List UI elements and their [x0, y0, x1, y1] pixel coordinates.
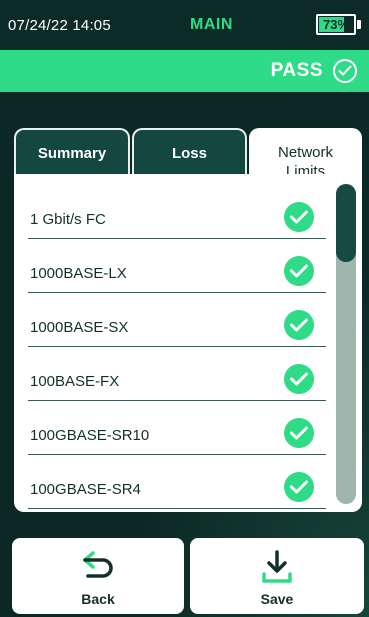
list-item-label: 1000BASE-SX: [30, 319, 129, 336]
result-text: PASS: [270, 60, 323, 81]
tab-label-loss: Loss: [171, 145, 207, 162]
tab-loss[interactable]: Loss: [132, 128, 247, 174]
network-limits-list[interactable]: 1 Gbit/s FC 1000BASE-LX 1000BASE-SX 100BASE…: [14, 174, 362, 512]
list-item-label: 100BASE-FX: [30, 373, 120, 390]
result-banner: PASS: [0, 50, 369, 92]
tab-label-summary: Summary: [37, 145, 107, 162]
list-item[interactable]: 100BASE-FX: [28, 346, 326, 401]
check-circle-icon: [284, 364, 314, 394]
check-circle-icon: [284, 256, 314, 286]
check-circle-icon: [284, 418, 314, 448]
list-item[interactable]: 1 Gbit/s FC: [28, 184, 326, 239]
tab-network-limits[interactable]: Network Limits: [249, 128, 362, 180]
back-button[interactable]: Back: [12, 538, 184, 614]
save-label: Save: [260, 591, 294, 607]
status-mode: MAIN: [190, 16, 233, 33]
check-circle-icon: [284, 202, 314, 232]
battery-nub: [357, 20, 361, 29]
list-item[interactable]: 1000BASE-SX: [28, 292, 326, 347]
tab-summary[interactable]: Summary: [14, 128, 130, 174]
list-item-label: 100GBASE-SR10: [30, 427, 150, 444]
list-item[interactable]: 100GBASE-SR10: [28, 400, 326, 455]
save-button[interactable]: Save: [190, 538, 364, 614]
list-item-label: 1 Gbit/s FC: [30, 211, 106, 228]
battery-icon: 73%: [316, 14, 356, 35]
list-item-label: 1000BASE-LX: [30, 265, 127, 282]
battery-text: 73%: [322, 17, 350, 32]
list-item[interactable]: 100GBASE-SR4: [28, 454, 326, 509]
download-icon: [262, 550, 292, 583]
status-bar: 07/24/22 14:05 MAIN 73%: [0, 0, 369, 50]
check-circle-icon: [333, 59, 357, 83]
scrollbar[interactable]: [336, 184, 356, 504]
list-item-label: 100GBASE-SR4: [30, 481, 141, 498]
list-item[interactable]: 1000BASE-LX: [28, 238, 326, 293]
scrollbar-thumb[interactable]: [336, 184, 356, 262]
status-datetime: 07/24/22 14:05: [8, 17, 111, 34]
back-label: Back: [81, 591, 115, 607]
check-circle-icon: [284, 472, 314, 502]
check-circle-icon: [284, 310, 314, 340]
back-arrow-icon: [83, 551, 113, 578]
